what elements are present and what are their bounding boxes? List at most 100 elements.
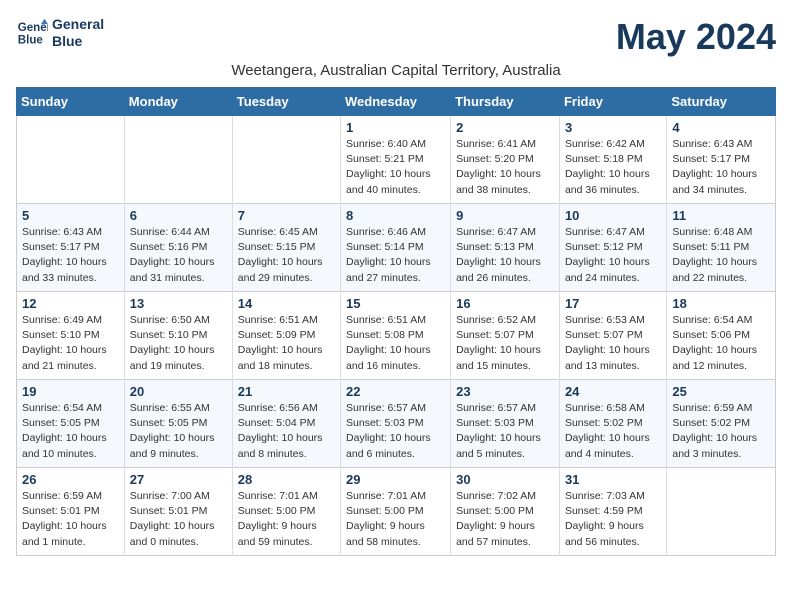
- day-info: Sunrise: 6:45 AM Sunset: 5:15 PM Dayligh…: [238, 225, 335, 286]
- day-info: Sunrise: 6:51 AM Sunset: 5:09 PM Dayligh…: [238, 313, 335, 374]
- day-info: Sunrise: 7:02 AM Sunset: 5:00 PM Dayligh…: [456, 489, 554, 550]
- day-info: Sunrise: 6:42 AM Sunset: 5:18 PM Dayligh…: [565, 137, 661, 198]
- day-info: Sunrise: 6:47 AM Sunset: 5:13 PM Dayligh…: [456, 225, 554, 286]
- calendar-cell: 21 Sunrise: 6:56 AM Sunset: 5:04 PM Dayli…: [232, 380, 340, 468]
- calendar-week-row: 19 Sunrise: 6:54 AM Sunset: 5:05 PM Dayli…: [17, 380, 776, 468]
- day-info: Sunrise: 6:54 AM Sunset: 5:06 PM Dayligh…: [672, 313, 770, 374]
- calendar-cell: 2 Sunrise: 6:41 AM Sunset: 5:20 PM Daylig…: [451, 116, 560, 204]
- day-number: 26: [22, 472, 119, 487]
- day-info: Sunrise: 6:59 AM Sunset: 5:02 PM Dayligh…: [672, 401, 770, 462]
- calendar-week-row: 12 Sunrise: 6:49 AM Sunset: 5:10 PM Dayli…: [17, 292, 776, 380]
- day-info: Sunrise: 6:49 AM Sunset: 5:10 PM Dayligh…: [22, 313, 119, 374]
- day-number: 13: [130, 296, 227, 311]
- day-info: Sunrise: 6:57 AM Sunset: 5:03 PM Dayligh…: [456, 401, 554, 462]
- day-info: Sunrise: 6:50 AM Sunset: 5:10 PM Dayligh…: [130, 313, 227, 374]
- day-info: Sunrise: 7:00 AM Sunset: 5:01 PM Dayligh…: [130, 489, 227, 550]
- calendar-cell: [17, 116, 125, 204]
- calendar-cell: 30 Sunrise: 7:02 AM Sunset: 5:00 PM Dayli…: [451, 468, 560, 556]
- calendar-cell: 29 Sunrise: 7:01 AM Sunset: 5:00 PM Dayli…: [341, 468, 451, 556]
- calendar-cell: 10 Sunrise: 6:47 AM Sunset: 5:12 PM Dayli…: [559, 204, 666, 292]
- page-header: General Blue General Blue May 2024: [16, 16, 776, 58]
- day-number: 12: [22, 296, 119, 311]
- day-number: 30: [456, 472, 554, 487]
- calendar-cell: 14 Sunrise: 6:51 AM Sunset: 5:09 PM Dayli…: [232, 292, 340, 380]
- day-info: Sunrise: 6:59 AM Sunset: 5:01 PM Dayligh…: [22, 489, 119, 550]
- day-number: 29: [346, 472, 445, 487]
- day-info: Sunrise: 6:57 AM Sunset: 5:03 PM Dayligh…: [346, 401, 445, 462]
- calendar-cell: 16Sunrise: 6:52 AM Sunset: 5:07 PM Dayli…: [451, 292, 560, 380]
- calendar-week-row: 1 Sunrise: 6:40 AM Sunset: 5:21 PM Daylig…: [17, 116, 776, 204]
- calendar-cell: 31 Sunrise: 7:03 AM Sunset: 4:59 PM Dayli…: [559, 468, 666, 556]
- day-number: 20: [130, 384, 227, 399]
- calendar-cell: 9 Sunrise: 6:47 AM Sunset: 5:13 PM Daylig…: [451, 204, 560, 292]
- svg-text:Blue: Blue: [18, 34, 44, 46]
- calendar-cell: 27Sunrise: 7:00 AM Sunset: 5:01 PM Dayli…: [124, 468, 232, 556]
- day-number: 5: [22, 208, 119, 223]
- day-info: Sunrise: 6:40 AM Sunset: 5:21 PM Dayligh…: [346, 137, 445, 198]
- day-number: 1: [346, 120, 445, 135]
- day-number: 18: [672, 296, 770, 311]
- day-info: Sunrise: 6:51 AM Sunset: 5:08 PM Dayligh…: [346, 313, 445, 374]
- calendar-cell: 17 Sunrise: 6:53 AM Sunset: 5:07 PM Dayli…: [559, 292, 666, 380]
- calendar-cell: 23 Sunrise: 6:57 AM Sunset: 5:03 PM Dayli…: [451, 380, 560, 468]
- day-number: 19: [22, 384, 119, 399]
- day-number: 25: [672, 384, 770, 399]
- calendar-cell: [667, 468, 776, 556]
- header-day-wednesday: Wednesday: [341, 88, 451, 116]
- day-info: Sunrise: 6:41 AM Sunset: 5:20 PM Dayligh…: [456, 137, 554, 198]
- logo-icon: General Blue: [16, 17, 48, 49]
- calendar-cell: 15 Sunrise: 6:51 AM Sunset: 5:08 PM Dayli…: [341, 292, 451, 380]
- day-info: Sunrise: 6:55 AM Sunset: 5:05 PM Dayligh…: [130, 401, 227, 462]
- day-info: Sunrise: 7:01 AM Sunset: 5:00 PM Dayligh…: [238, 489, 335, 550]
- header-day-tuesday: Tuesday: [232, 88, 340, 116]
- day-info: Sunrise: 6:58 AM Sunset: 5:02 PM Dayligh…: [565, 401, 661, 462]
- day-info: Sunrise: 6:56 AM Sunset: 5:04 PM Dayligh…: [238, 401, 335, 462]
- day-number: 8: [346, 208, 445, 223]
- calendar-cell: 8 Sunrise: 6:46 AM Sunset: 5:14 PM Daylig…: [341, 204, 451, 292]
- day-info: Sunrise: 7:01 AM Sunset: 5:00 PM Dayligh…: [346, 489, 445, 550]
- day-number: 10: [565, 208, 661, 223]
- day-number: 2: [456, 120, 554, 135]
- calendar-cell: 5Sunrise: 6:43 AM Sunset: 5:17 PM Daylig…: [17, 204, 125, 292]
- day-number: 23: [456, 384, 554, 399]
- day-info: Sunrise: 6:53 AM Sunset: 5:07 PM Dayligh…: [565, 313, 661, 374]
- day-number: 31: [565, 472, 661, 487]
- calendar-cell: 22 Sunrise: 6:57 AM Sunset: 5:03 PM Dayli…: [341, 380, 451, 468]
- day-number: 28: [238, 472, 335, 487]
- calendar-cell: 24Sunrise: 6:58 AM Sunset: 5:02 PM Dayli…: [559, 380, 666, 468]
- header-day-saturday: Saturday: [667, 88, 776, 116]
- day-number: 21: [238, 384, 335, 399]
- day-info: Sunrise: 6:54 AM Sunset: 5:05 PM Dayligh…: [22, 401, 119, 462]
- logo-text-blue: Blue: [52, 33, 104, 50]
- day-info: Sunrise: 6:46 AM Sunset: 5:14 PM Dayligh…: [346, 225, 445, 286]
- calendar-cell: 6Sunrise: 6:44 AM Sunset: 5:16 PM Daylig…: [124, 204, 232, 292]
- day-info: Sunrise: 6:48 AM Sunset: 5:11 PM Dayligh…: [672, 225, 770, 286]
- calendar-week-row: 26 Sunrise: 6:59 AM Sunset: 5:01 PM Dayli…: [17, 468, 776, 556]
- day-number: 7: [238, 208, 335, 223]
- calendar-table: SundayMondayTuesdayWednesdayThursdayFrid…: [16, 87, 776, 556]
- day-number: 17: [565, 296, 661, 311]
- calendar-cell: 13 Sunrise: 6:50 AM Sunset: 5:10 PM Dayli…: [124, 292, 232, 380]
- day-number: 3: [565, 120, 661, 135]
- day-number: 16: [456, 296, 554, 311]
- calendar-week-row: 5Sunrise: 6:43 AM Sunset: 5:17 PM Daylig…: [17, 204, 776, 292]
- month-title: May 2024: [616, 16, 776, 58]
- calendar-cell: 4Sunrise: 6:43 AM Sunset: 5:17 PM Daylig…: [667, 116, 776, 204]
- header-day-monday: Monday: [124, 88, 232, 116]
- calendar-cell: 25 Sunrise: 6:59 AM Sunset: 5:02 PM Dayli…: [667, 380, 776, 468]
- day-info: Sunrise: 6:47 AM Sunset: 5:12 PM Dayligh…: [565, 225, 661, 286]
- header-day-friday: Friday: [559, 88, 666, 116]
- calendar-header-row: SundayMondayTuesdayWednesdayThursdayFrid…: [17, 88, 776, 116]
- day-number: 15: [346, 296, 445, 311]
- day-info: Sunrise: 7:03 AM Sunset: 4:59 PM Dayligh…: [565, 489, 661, 550]
- header-day-sunday: Sunday: [17, 88, 125, 116]
- day-number: 22: [346, 384, 445, 399]
- day-number: 4: [672, 120, 770, 135]
- day-number: 9: [456, 208, 554, 223]
- logo: General Blue General Blue: [16, 16, 104, 50]
- logo-text-general: General: [52, 16, 104, 33]
- calendar-cell: 18 Sunrise: 6:54 AM Sunset: 5:06 PM Dayli…: [667, 292, 776, 380]
- day-number: 14: [238, 296, 335, 311]
- day-info: Sunrise: 6:44 AM Sunset: 5:16 PM Dayligh…: [130, 225, 227, 286]
- header-day-thursday: Thursday: [451, 88, 560, 116]
